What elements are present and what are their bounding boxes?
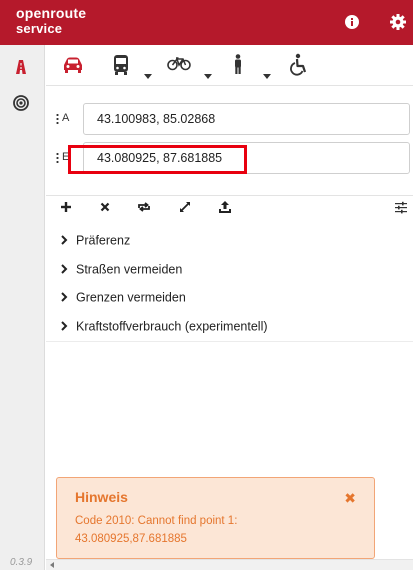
- notice-title: Hinweis: [75, 489, 128, 505]
- bicycle-dropdown-caret[interactable]: [204, 74, 212, 79]
- app-header: openroute service: [0, 0, 413, 45]
- info-icon[interactable]: [342, 12, 362, 32]
- waypoint-actions: [46, 199, 413, 219]
- settings-sliders-icon[interactable]: [393, 199, 409, 215]
- close-icon[interactable]: ✖: [344, 490, 356, 507]
- fit-icon[interactable]: [177, 199, 193, 215]
- pedestrian-icon[interactable]: [229, 53, 247, 79]
- chevron-right-icon: [60, 320, 70, 334]
- chevron-right-icon: [60, 234, 70, 248]
- profile-toolbar: [46, 45, 413, 86]
- bus-icon[interactable]: [110, 53, 132, 79]
- waypoint-input-a[interactable]: 43.100983, 85.02868: [83, 103, 410, 135]
- left-sidebar: 0.3.9: [0, 45, 45, 570]
- logo[interactable]: openroute service: [16, 5, 87, 37]
- reverse-icon[interactable]: [136, 199, 152, 215]
- horizontal-scrollbar[interactable]: [46, 559, 413, 570]
- logo-line2: service: [16, 21, 63, 36]
- wheelchair-icon[interactable]: [288, 53, 310, 79]
- option-avoid-borders[interactable]: Grenzen vermeiden: [60, 290, 186, 308]
- remove-icon[interactable]: [97, 199, 113, 215]
- isochrone-icon[interactable]: [10, 92, 32, 114]
- waypoint-letter: A: [62, 112, 70, 124]
- option-preference[interactable]: Präferenz: [60, 233, 130, 251]
- gear-icon[interactable]: [388, 12, 408, 32]
- route-icon[interactable]: [10, 55, 32, 77]
- upload-icon[interactable]: [217, 199, 233, 215]
- waypoint-row-a: A 43.100983, 85.02868: [54, 103, 410, 135]
- version-label: 0.3.9: [10, 557, 33, 568]
- chevron-right-icon: [60, 263, 70, 277]
- car-icon[interactable]: [60, 53, 86, 79]
- divider: [46, 195, 413, 196]
- scroll-left-icon[interactable]: [50, 562, 54, 568]
- notice-message-line1: Code 2010: Cannot find point 1:: [75, 515, 238, 527]
- option-fuel-consumption[interactable]: Kraftstoffverbrauch (experimentell): [60, 319, 268, 337]
- chevron-right-icon: [60, 291, 70, 305]
- pedestrian-dropdown-caret[interactable]: [263, 74, 271, 79]
- logo-line1: openroute: [16, 5, 87, 21]
- highlight-box: [68, 145, 247, 174]
- option-avoid-roads[interactable]: Straßen vermeiden: [60, 262, 182, 280]
- notice-message-line2: 43.080925,87.681885: [75, 533, 187, 545]
- bus-dropdown-caret[interactable]: [144, 74, 152, 79]
- notice-alert: Hinweis ✖ Code 2010: Cannot find point 1…: [56, 477, 375, 559]
- bicycle-icon[interactable]: [166, 53, 192, 79]
- divider: [46, 341, 413, 342]
- add-icon[interactable]: [58, 199, 74, 215]
